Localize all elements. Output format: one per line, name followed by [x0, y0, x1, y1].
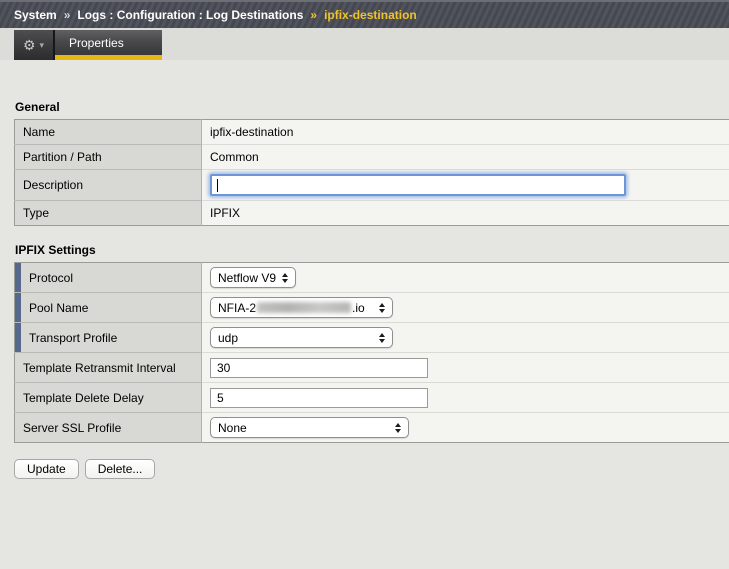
- general-table: Name ipfix-destination Partition / Path …: [14, 119, 729, 226]
- server-ssl-profile-cell: None: [202, 413, 729, 443]
- pool-name-prefix: NFIA-2: [218, 301, 256, 315]
- breadcrumb-section-system[interactable]: System: [14, 8, 57, 22]
- template-delete-delay-input[interactable]: [210, 388, 428, 408]
- protocol-cell: Netflow V9: [202, 263, 729, 293]
- table-row-type: Type IPFIX: [15, 201, 729, 226]
- delete-button[interactable]: Delete...: [85, 459, 156, 479]
- transport-profile-selected-value: udp: [218, 331, 238, 345]
- select-spinner-icon: [379, 303, 385, 313]
- partition-path-label: Partition / Path: [15, 145, 202, 170]
- breadcrumb-separator-icon: »: [64, 8, 71, 22]
- table-row-description: Description: [15, 170, 729, 201]
- table-row-server-ssl-profile: Server SSL Profile None: [15, 413, 729, 443]
- breadcrumb-path[interactable]: Logs : Configuration : Log Destinations: [77, 8, 303, 22]
- template-retransmit-interval-cell: [202, 353, 729, 383]
- protocol-select[interactable]: Netflow V9: [210, 267, 296, 288]
- breadcrumb-separator-icon: »: [310, 8, 317, 22]
- ipfix-settings-table: Protocol Netflow V9 Pool Name NFIA-2 .io: [14, 262, 729, 443]
- main-content: General Name ipfix-destination Partition…: [0, 100, 729, 479]
- breadcrumb: System » Logs : Configuration : Log Dest…: [0, 0, 729, 28]
- pool-name-label: Pool Name: [15, 293, 202, 323]
- protocol-label: Protocol: [15, 263, 202, 293]
- server-ssl-profile-select[interactable]: None: [210, 417, 409, 438]
- protocol-selected-value: Netflow V9: [218, 271, 276, 285]
- select-spinner-icon: [282, 273, 288, 283]
- select-spinner-icon: [395, 423, 401, 433]
- tab-properties[interactable]: Properties: [55, 30, 162, 60]
- server-ssl-profile-label: Server SSL Profile: [15, 413, 202, 443]
- server-ssl-profile-selected-value: None: [218, 421, 247, 435]
- select-spinner-icon: [379, 333, 385, 343]
- pool-name-select[interactable]: NFIA-2 .io: [210, 297, 393, 318]
- table-row-transport-profile: Transport Profile udp: [15, 323, 729, 353]
- type-value: IPFIX: [202, 201, 729, 226]
- redacted-pool-name: [257, 302, 351, 313]
- gear-icon: ⚙: [23, 38, 36, 52]
- template-retransmit-interval-input[interactable]: [210, 358, 428, 378]
- template-delete-delay-cell: [202, 383, 729, 413]
- name-value: ipfix-destination: [202, 120, 729, 145]
- template-delete-delay-label: Template Delete Delay: [15, 383, 202, 413]
- breadcrumb-current-page: ipfix-destination: [324, 8, 417, 22]
- tab-bar: ⚙ ▾ Properties: [0, 28, 729, 60]
- general-section-heading: General: [15, 100, 729, 114]
- table-row-name: Name ipfix-destination: [15, 120, 729, 145]
- description-label: Description: [15, 170, 202, 201]
- partition-path-value: Common: [202, 145, 729, 170]
- table-row-template-delete-delay: Template Delete Delay: [15, 383, 729, 413]
- ipfix-settings-section-heading: IPFIX Settings: [15, 243, 729, 257]
- pool-name-cell: NFIA-2 .io: [202, 293, 729, 323]
- table-row-template-retransmit-interval: Template Retransmit Interval: [15, 353, 729, 383]
- name-label: Name: [15, 120, 202, 145]
- transport-profile-select[interactable]: udp: [210, 327, 393, 348]
- transport-profile-label: Transport Profile: [15, 323, 202, 353]
- pool-name-suffix: .io: [352, 301, 365, 315]
- chevron-down-icon: ▾: [40, 41, 45, 50]
- options-menu-button[interactable]: ⚙ ▾: [14, 30, 55, 60]
- type-label: Type: [15, 201, 202, 226]
- pool-name-selected-value: NFIA-2 .io: [218, 301, 365, 315]
- update-button[interactable]: Update: [14, 459, 79, 479]
- template-retransmit-interval-label: Template Retransmit Interval: [15, 353, 202, 383]
- table-row-pool-name: Pool Name NFIA-2 .io: [15, 293, 729, 323]
- table-row-partition: Partition / Path Common: [15, 145, 729, 170]
- action-buttons: Update Delete...: [14, 459, 729, 479]
- table-row-protocol: Protocol Netflow V9: [15, 263, 729, 293]
- tab-properties-label: Properties: [69, 36, 124, 50]
- transport-profile-cell: udp: [202, 323, 729, 353]
- description-input[interactable]: [210, 174, 626, 196]
- description-cell: [202, 170, 729, 201]
